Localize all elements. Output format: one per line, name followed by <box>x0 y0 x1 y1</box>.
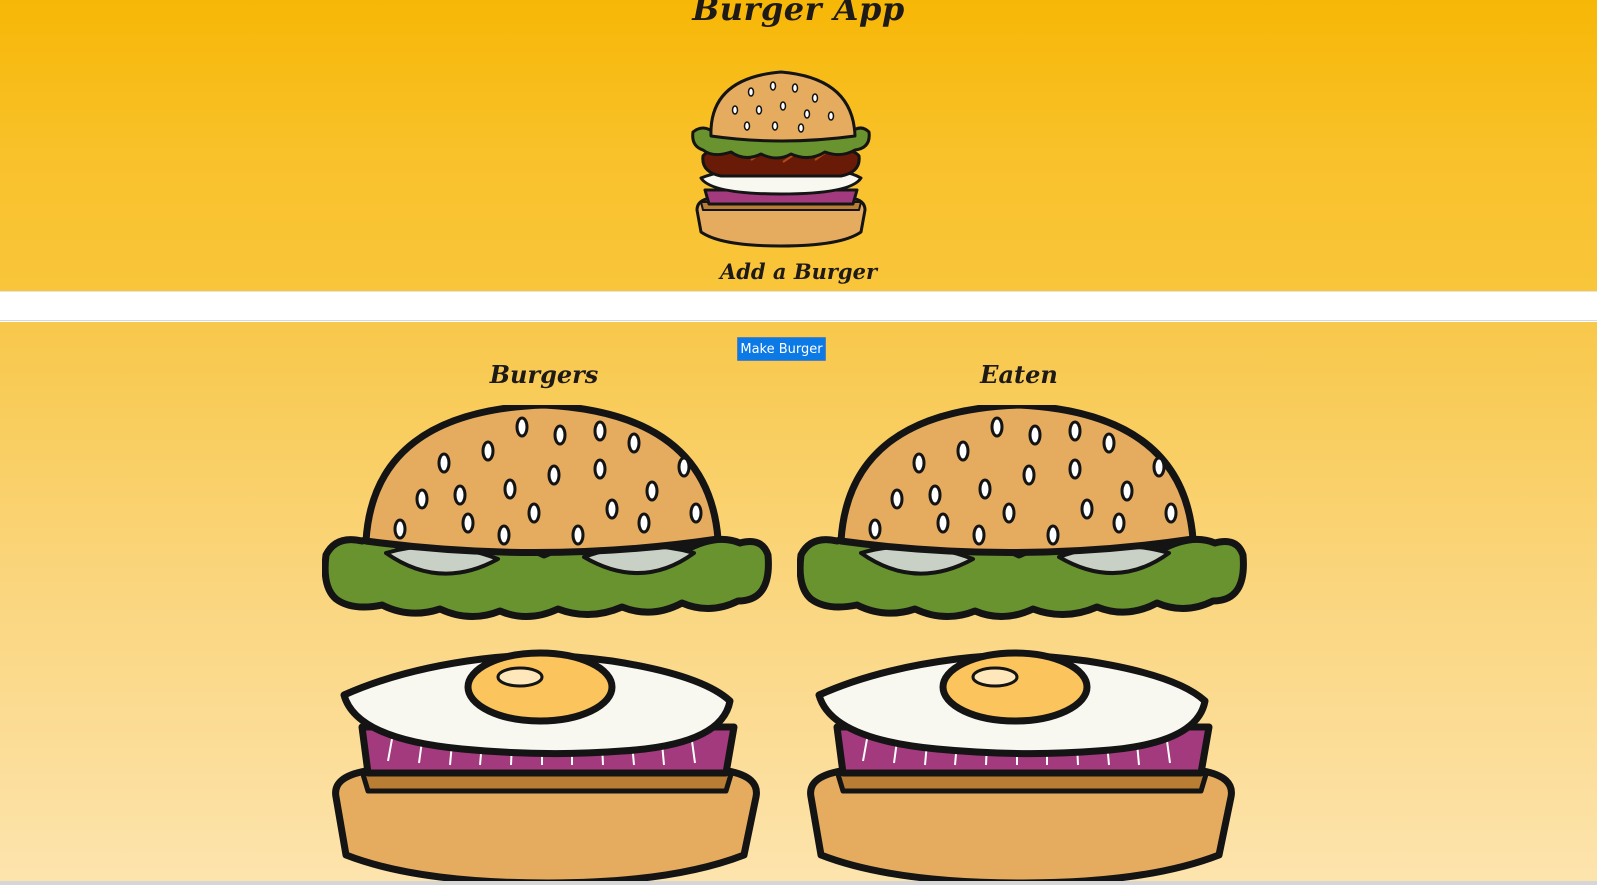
burger-name-input[interactable] <box>0 291 1597 321</box>
page-bottom-border <box>0 881 1597 885</box>
burgers-column-title: Burgers <box>489 360 599 389</box>
make-burger-button[interactable]: Make Burger <box>737 337 826 361</box>
add-burger-label: Add a Burger <box>719 259 878 284</box>
burger-icon <box>691 70 871 248</box>
eaten-column-title: Eaten <box>980 360 1058 389</box>
burger-icon <box>797 405 1247 883</box>
header-section: Burger App Add a Burger <box>0 0 1597 291</box>
burger-icon <box>322 405 772 883</box>
app-title: Burger App <box>692 0 905 28</box>
